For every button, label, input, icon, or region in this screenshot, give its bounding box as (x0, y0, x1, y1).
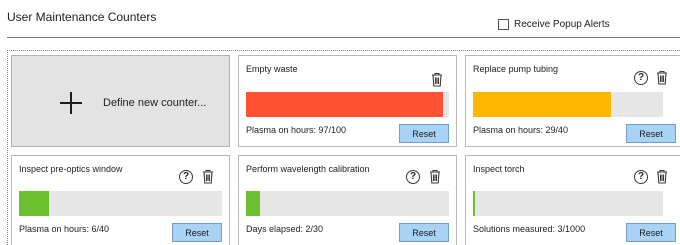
reset-button[interactable]: Reset (399, 223, 449, 242)
counter-progress-fill (246, 191, 260, 216)
counter-title: Inspect pre-optics window (19, 164, 123, 174)
popup-alerts-checkbox[interactable] (498, 19, 509, 30)
counter-card: Inspect torch ? Solutions measured: 3/10… (465, 155, 680, 245)
receive-popup-alerts-toggle[interactable]: Receive Popup Alerts (498, 19, 610, 30)
counter-progress-track (473, 92, 663, 117)
counter-progress-fill (19, 191, 49, 216)
help-icon[interactable]: ? (634, 170, 648, 184)
help-icon[interactable]: ? (179, 170, 193, 184)
trash-icon[interactable] (656, 169, 668, 184)
reset-button[interactable]: Reset (626, 223, 676, 242)
counter-progress-fill (473, 92, 611, 117)
help-icon[interactable]: ? (634, 71, 648, 85)
help-icon[interactable]: ? (406, 170, 420, 184)
counter-status: Days elapsed: 2/30 (246, 224, 324, 234)
trash-icon[interactable] (431, 72, 443, 87)
page-title: User Maintenance Counters (7, 10, 157, 24)
counter-progress-fill (473, 191, 475, 216)
plus-icon (60, 92, 82, 114)
reset-button[interactable]: Reset (399, 124, 449, 143)
counter-card: Replace pump tubing ? Plasma on hours: 2… (465, 55, 680, 147)
counter-title: Empty waste (246, 64, 298, 74)
counter-progress-track (246, 92, 449, 117)
maintenance-counters-view: User Maintenance Counters Receive Popup … (0, 0, 680, 245)
counter-status: Solutions measured: 3/1000 (473, 224, 586, 234)
trash-icon[interactable] (202, 169, 214, 184)
counter-title: Inspect torch (473, 164, 525, 174)
counter-progress-track (473, 191, 663, 216)
counter-progress-track (246, 191, 449, 216)
counter-card: Perform wavelength calibration ? Days el… (238, 155, 457, 245)
trash-icon[interactable] (429, 169, 441, 184)
reset-button[interactable]: Reset (626, 124, 676, 143)
counter-status: Plasma on hours: 97/100 (246, 125, 347, 135)
counter-progress-fill (246, 92, 443, 117)
define-new-counter-label: Define new counter... (103, 97, 207, 109)
counter-status: Plasma on hours: 6/40 (19, 224, 110, 234)
counter-progress-track (19, 191, 222, 216)
counter-card: Inspect pre-optics window ? Plasma on ho… (11, 155, 230, 245)
counter-title: Replace pump tubing (473, 64, 559, 74)
counter-status: Plasma on hours: 29/40 (473, 125, 569, 135)
reset-button[interactable]: Reset (172, 223, 222, 242)
define-new-counter-button[interactable]: Define new counter... (11, 55, 230, 147)
counter-title: Perform wavelength calibration (246, 164, 370, 174)
trash-icon[interactable] (656, 70, 668, 85)
counter-card: Empty waste Plasma on hours: 97/100 Rese… (238, 55, 457, 147)
popup-alerts-label: Receive Popup Alerts (514, 19, 610, 30)
header-divider (7, 37, 680, 38)
